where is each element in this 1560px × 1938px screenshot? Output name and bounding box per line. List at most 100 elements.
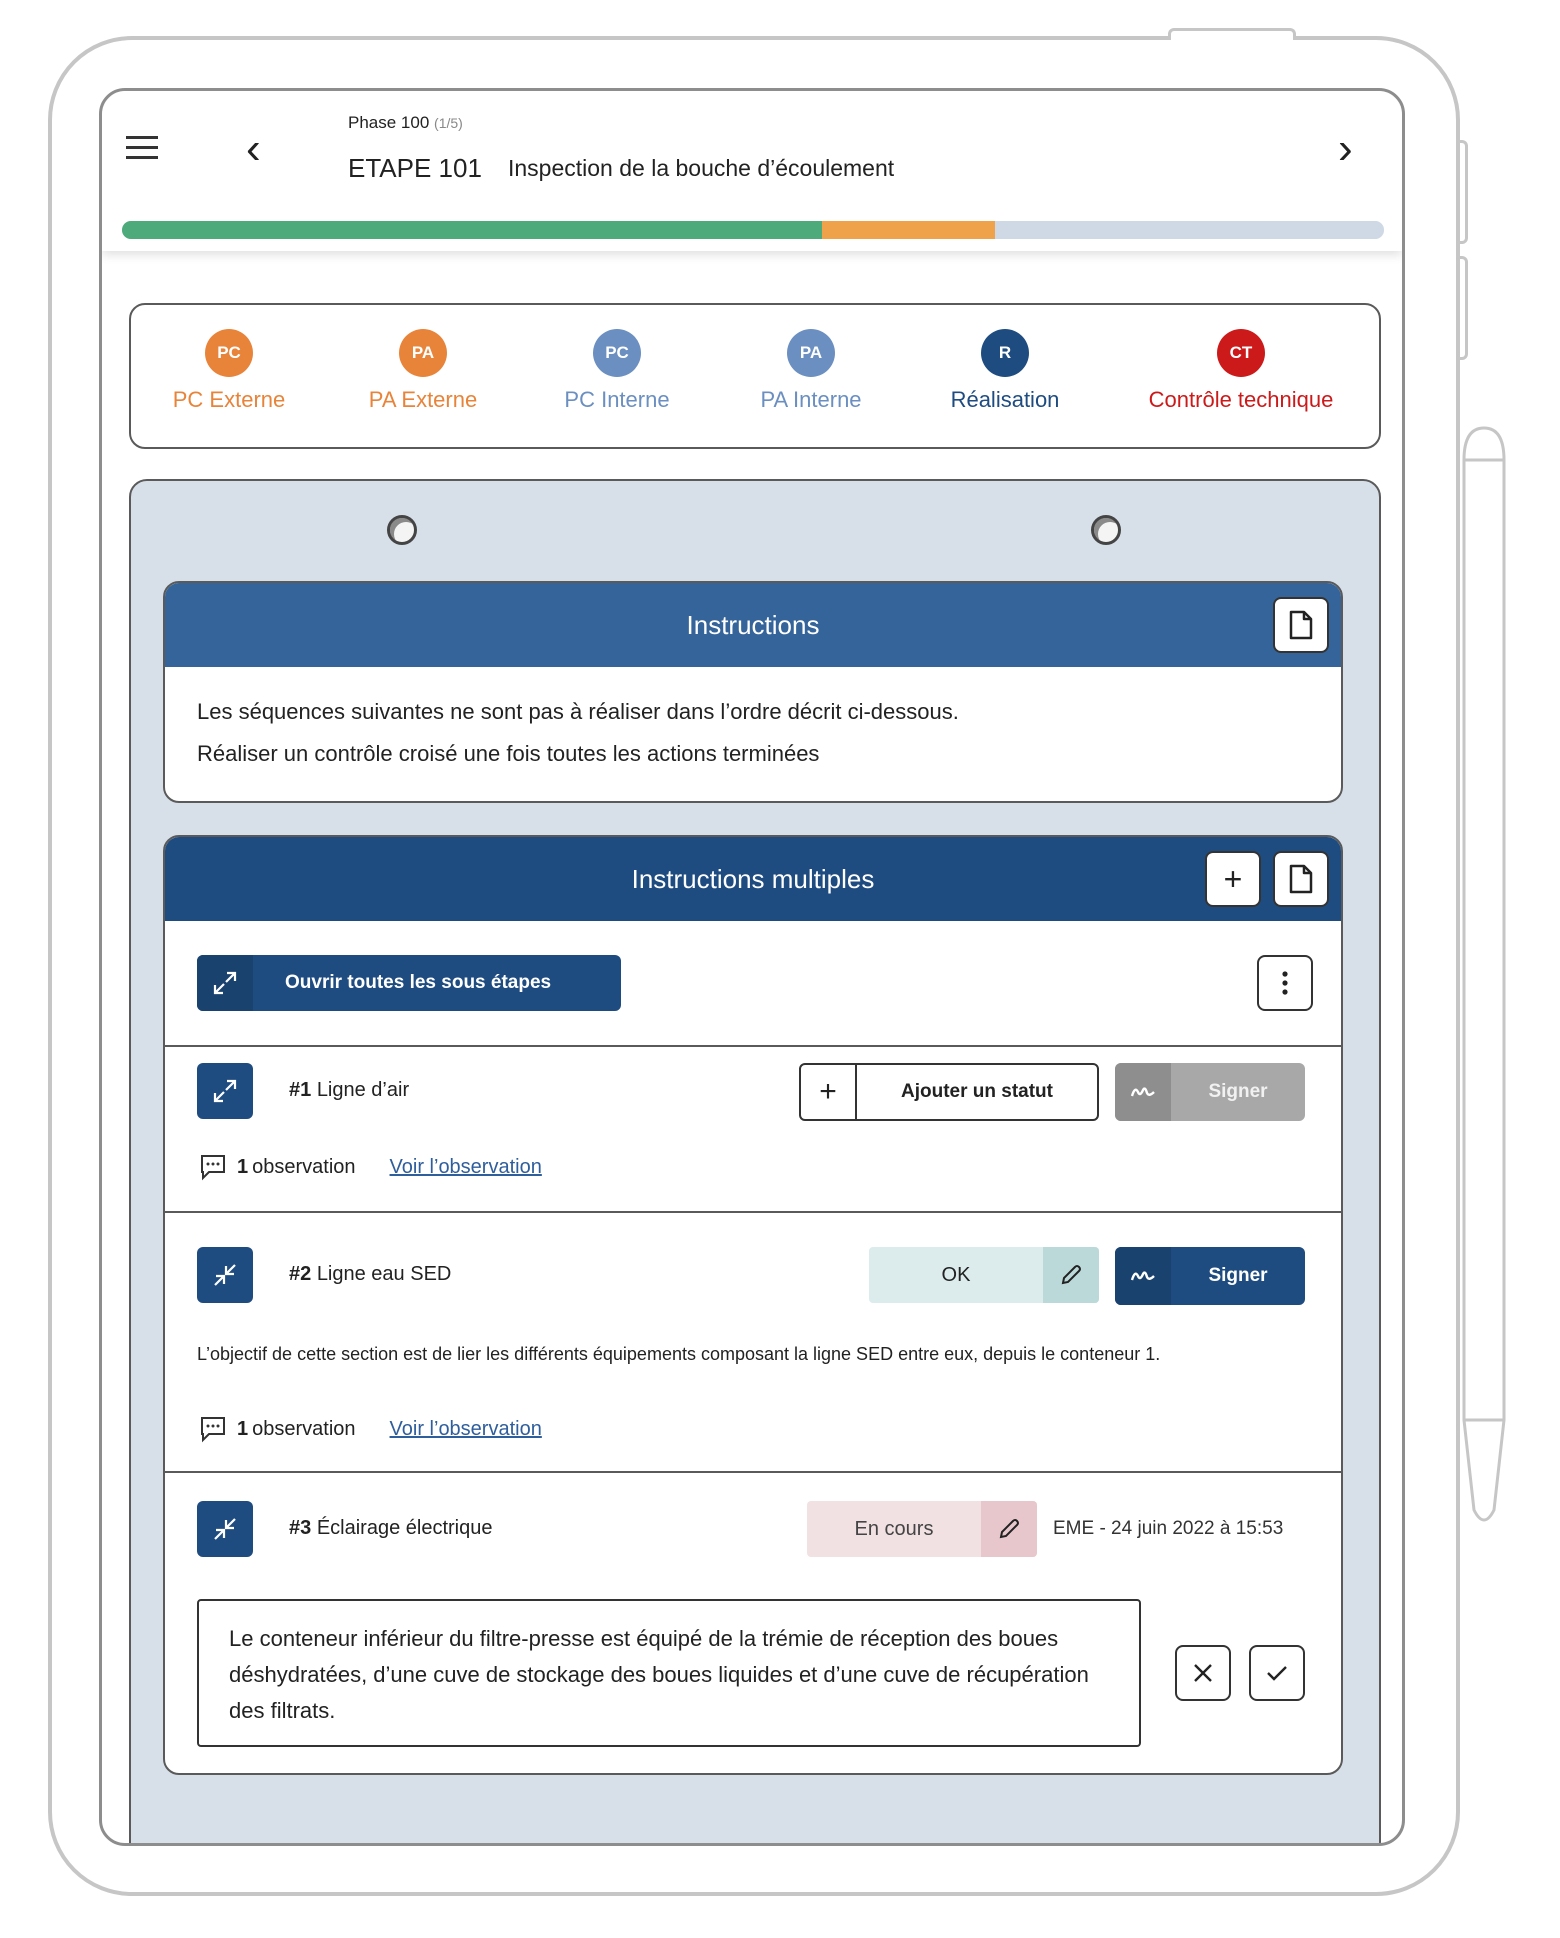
phase-count: (1/5) — [434, 115, 463, 131]
instructions-title: Instructions — [686, 609, 820, 640]
item-3-meta: EME - 24 juin 2022 à 15:53 — [1053, 1518, 1284, 1539]
collapse-icon — [214, 1518, 236, 1540]
instructions-line-2: Réaliser un contrôle croisé une fois tou… — [197, 741, 820, 766]
role-pa-interne[interactable]: PA PA Interne — [749, 329, 873, 413]
progress-segment-3 — [995, 221, 1384, 239]
item-2-description: L’objectif de cette section est de lier … — [197, 1344, 1161, 1364]
observation-count: 1 — [237, 1155, 249, 1178]
item-name: Ligne eau SED — [316, 1263, 452, 1285]
role-badge: R — [981, 329, 1029, 377]
role-pa-externe[interactable]: PA PA Externe — [361, 329, 485, 413]
tablet-top-button — [1168, 28, 1296, 40]
role-badge: PC — [593, 329, 641, 377]
open-all-substeps-button[interactable]: Ouvrir toutes les sous étapes — [197, 955, 621, 1011]
open-all-label: Ouvrir toutes les sous étapes — [285, 972, 552, 993]
item-name: Ligne d’air — [316, 1079, 410, 1101]
item-3-title: #3 Éclairage électrique — [289, 1517, 492, 1540]
instructions-document-button[interactable] — [1273, 597, 1329, 653]
multiple-instructions-title: Instructions multiples — [631, 863, 875, 894]
check-icon — [1267, 1666, 1287, 1681]
edit-status-icon[interactable] — [981, 1501, 1037, 1557]
close-icon — [1194, 1664, 1212, 1682]
role-label: Réalisation — [950, 387, 1060, 412]
expand-icon — [213, 1079, 237, 1103]
comment-icon — [201, 1417, 225, 1443]
comment-text: Le conteneur inférieur du filtre-presse … — [229, 1626, 1089, 1723]
comment-icon — [201, 1155, 225, 1181]
sign-button[interactable]: Signer — [1115, 1247, 1305, 1305]
multiple-instructions-header: Instructions multiples + — [165, 837, 1341, 921]
signature-icon — [1115, 1247, 1171, 1305]
role-badge: PA — [399, 329, 447, 377]
observation-count: 1 — [237, 1417, 249, 1440]
app-screen: ‹ Phase 100 (1/5) ETAPE 101 Inspection d… — [99, 88, 1405, 1846]
menu-icon[interactable] — [126, 129, 158, 166]
document-icon — [1289, 610, 1313, 640]
edit-status-icon[interactable] — [1043, 1247, 1099, 1303]
sign-button-disabled[interactable]: Signer — [1115, 1063, 1305, 1121]
content-panel: Instructions Les séquences suivantes ne … — [129, 479, 1381, 1843]
role-badge: PA — [787, 329, 835, 377]
phase-label: Phase 100 (1/5) — [348, 113, 463, 133]
add-status-label: Ajouter un statut — [901, 1081, 1053, 1102]
role-badge: PC — [205, 329, 253, 377]
view-observation-link[interactable]: Voir l’observation — [390, 1418, 542, 1441]
role-label: PA Externe — [368, 387, 478, 412]
item-2-title: #2 Ligne eau SED — [289, 1263, 451, 1286]
status-label: En cours — [854, 1517, 934, 1540]
item-number: #3 — [289, 1517, 312, 1539]
collapse-icon — [214, 1264, 236, 1286]
progress-segment-2 — [822, 221, 996, 239]
confirm-comment-button[interactable] — [1249, 1645, 1305, 1701]
expand-item-1-button[interactable] — [197, 1063, 253, 1119]
more-vertical-icon — [1282, 971, 1288, 995]
role-label: PA Interne — [760, 387, 862, 412]
role-pc-interne[interactable]: PC PC Interne — [555, 329, 679, 413]
item-3-comment-field[interactable]: Le conteneur inférieur du filtre-presse … — [197, 1599, 1141, 1747]
stylus — [1462, 426, 1506, 1522]
role-pc-externe[interactable]: PC PC Externe — [167, 329, 291, 413]
multiple-instructions-card: Instructions multiples + Ouvrir toutes l… — [163, 835, 1343, 1775]
status-en-cours[interactable]: En cours — [807, 1501, 1037, 1557]
observation-text: observation — [252, 1155, 356, 1178]
document-icon — [1289, 864, 1313, 894]
collapse-item-2-button[interactable] — [197, 1247, 253, 1303]
divider — [165, 1045, 1341, 1047]
sign-label: Signer — [1208, 1265, 1268, 1286]
binder-ring-left — [387, 515, 417, 545]
tablet-side-button-1 — [1456, 140, 1468, 244]
sign-label: Signer — [1208, 1081, 1268, 1102]
instructions-card: Instructions Les séquences suivantes ne … — [163, 581, 1343, 803]
item-1-observations: 1 observation Voir l’observation — [199, 1153, 542, 1181]
status-ok[interactable]: OK — [869, 1247, 1099, 1303]
tablet-side-button-2 — [1456, 256, 1468, 360]
add-instruction-button[interactable]: + — [1205, 851, 1261, 907]
more-options-button[interactable] — [1257, 955, 1313, 1011]
divider — [165, 1211, 1341, 1213]
divider — [165, 1471, 1341, 1473]
view-observation-link[interactable]: Voir l’observation — [390, 1156, 542, 1179]
progress-bar — [122, 221, 1384, 239]
add-status-button[interactable]: + Ajouter un statut — [799, 1063, 1099, 1121]
plus-icon: + — [1223, 861, 1243, 897]
role-controle-technique[interactable]: CT Contrôle technique — [1125, 329, 1357, 413]
cancel-comment-button[interactable] — [1175, 1645, 1231, 1701]
item-1-title: #1 Ligne d’air — [289, 1079, 409, 1102]
roles-bar: PC PC Externe PA PA Externe PC PC Intern… — [129, 303, 1381, 449]
role-realisation[interactable]: R Réalisation — [937, 329, 1073, 413]
step-header: ‹ Phase 100 (1/5) ETAPE 101 Inspection d… — [102, 91, 1402, 251]
signature-icon — [1115, 1063, 1171, 1121]
previous-step-icon[interactable]: ‹ — [246, 127, 261, 171]
next-step-icon[interactable]: › — [1338, 127, 1353, 171]
expand-icon — [197, 955, 253, 1011]
item-number: #1 — [289, 1079, 312, 1101]
item-number: #2 — [289, 1263, 312, 1285]
role-badge: CT — [1217, 329, 1265, 377]
progress-segment-1 — [122, 221, 823, 239]
plus-icon: + — [801, 1065, 857, 1119]
binder-ring-right — [1091, 515, 1121, 545]
role-label: PC Externe — [172, 387, 286, 412]
multiple-instructions-document-button[interactable] — [1273, 851, 1329, 907]
collapse-item-3-button[interactable] — [197, 1501, 253, 1557]
item-name: Éclairage électrique — [316, 1517, 493, 1539]
